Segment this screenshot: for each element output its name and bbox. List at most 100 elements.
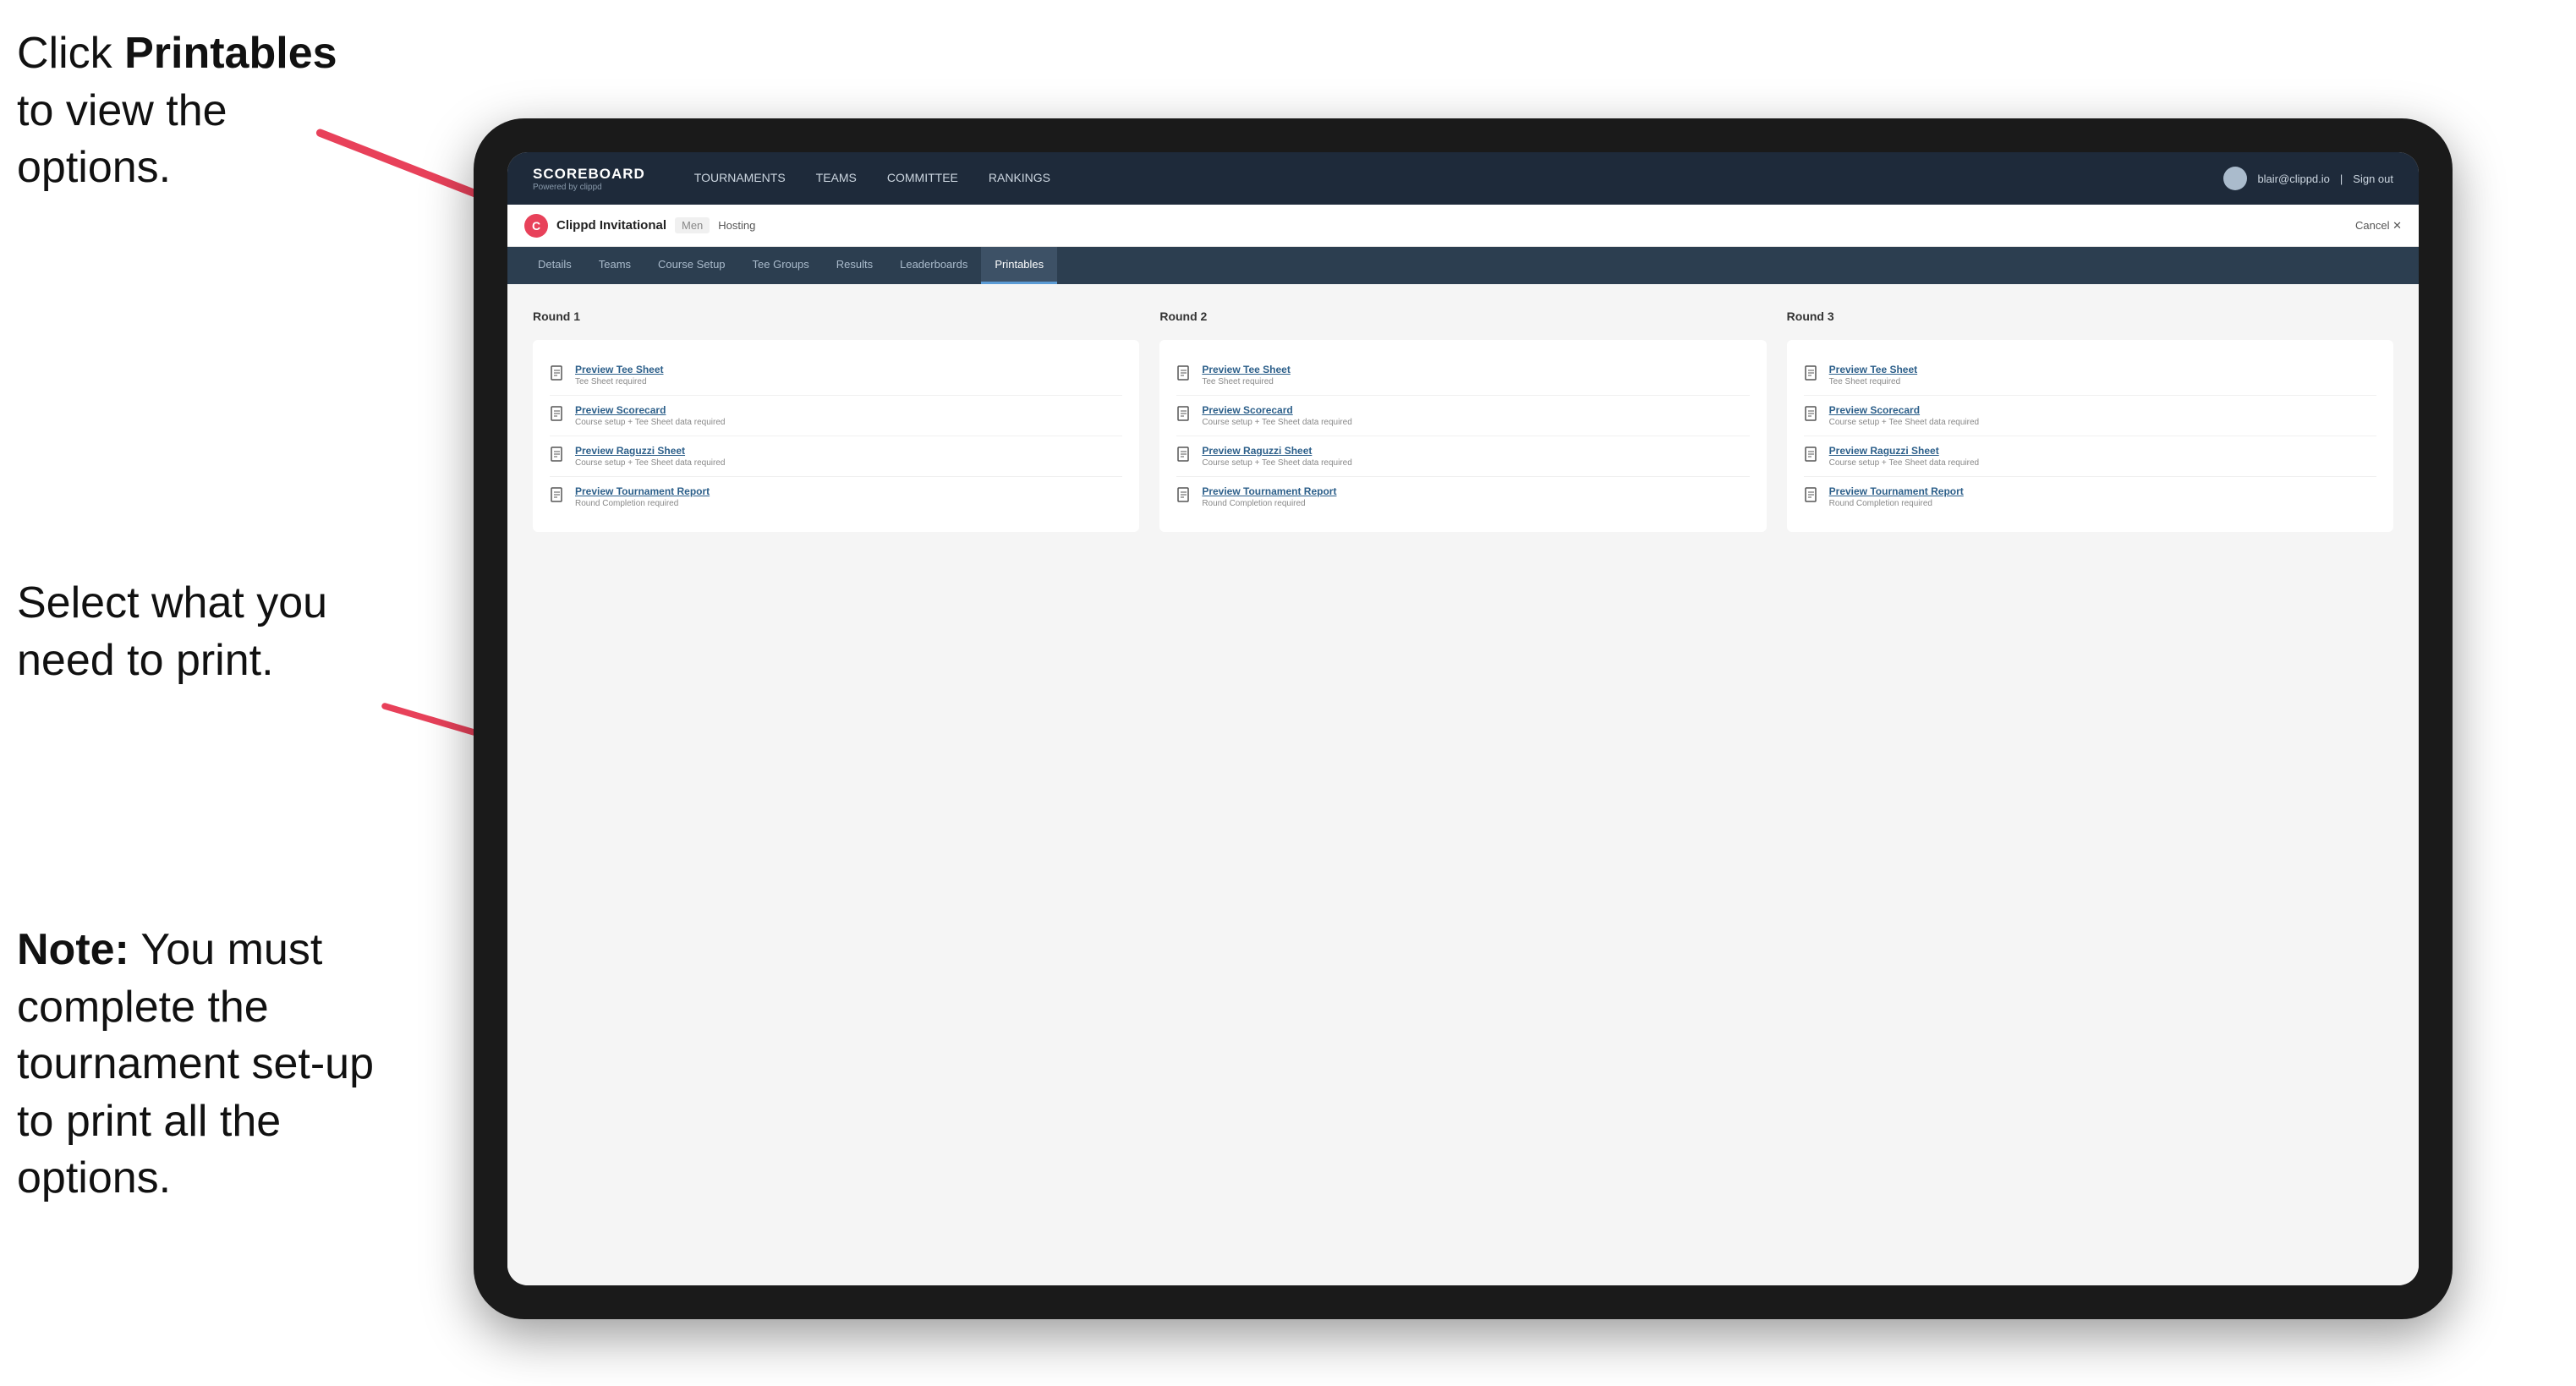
r3-raguzzi-label: Preview Raguzzi Sheet — [1829, 445, 1979, 457]
r1-report-sublabel: Round Completion required — [575, 499, 710, 508]
separator: | — [2340, 173, 2343, 185]
tab-tee-groups[interactable]: Tee Groups — [739, 247, 823, 284]
nav-tournaments[interactable]: TOURNAMENTS — [679, 152, 801, 205]
r2-tee-sheet[interactable]: Preview Tee Sheet Tee Sheet required — [1176, 355, 1749, 396]
user-email: blair@clippd.io — [2257, 173, 2329, 185]
r2-raguzzi[interactable]: Preview Raguzzi Sheet Course setup + Tee… — [1176, 436, 1749, 477]
nav-items: TOURNAMENTS TEAMS COMMITTEE RANKINGS — [679, 152, 2224, 205]
round-1-card: Preview Tee Sheet Tee Sheet required Pre… — [533, 340, 1139, 532]
document-icon — [1804, 365, 1821, 386]
nav-right: blair@clippd.io | Sign out — [2223, 167, 2393, 190]
document-icon — [1804, 487, 1821, 507]
r3-tee-sheet[interactable]: Preview Tee Sheet Tee Sheet required — [1804, 355, 2376, 396]
r3-raguzzi-text: Preview Raguzzi Sheet Course setup + Tee… — [1829, 445, 1979, 468]
avatar — [2223, 167, 2247, 190]
tab-printables[interactable]: Printables — [981, 247, 1057, 284]
tab-bar: Details Teams Course Setup Tee Groups Re… — [507, 247, 2419, 284]
document-icon — [1804, 406, 1821, 426]
r2-tee-sheet-label: Preview Tee Sheet — [1202, 364, 1291, 375]
r3-raguzzi[interactable]: Preview Raguzzi Sheet Course setup + Tee… — [1804, 436, 2376, 477]
tab-results[interactable]: Results — [823, 247, 886, 284]
r3-tee-sheet-text: Preview Tee Sheet Tee Sheet required — [1829, 364, 1918, 386]
r2-report-label: Preview Tournament Report — [1202, 485, 1336, 497]
r3-raguzzi-sublabel: Course setup + Tee Sheet data required — [1829, 458, 1979, 468]
sub-nav: C Clippd Invitational Men Hosting Cancel… — [507, 205, 2419, 247]
round-2-title: Round 2 — [1159, 310, 1766, 323]
r2-tournament-report[interactable]: Preview Tournament Report Round Completi… — [1176, 477, 1749, 517]
nav-committee[interactable]: COMMITTEE — [872, 152, 973, 205]
r3-report-text: Preview Tournament Report Round Completi… — [1829, 485, 1964, 508]
sign-out-link[interactable]: Sign out — [2353, 173, 2393, 185]
r3-tee-sheet-label: Preview Tee Sheet — [1829, 364, 1918, 375]
instruction-bottom-text: Note: You must complete the tournament s… — [17, 925, 374, 1202]
nav-rankings[interactable]: RANKINGS — [973, 152, 1066, 205]
nav-teams[interactable]: TEAMS — [801, 152, 872, 205]
round-3-card: Preview Tee Sheet Tee Sheet required Pre… — [1787, 340, 2393, 532]
document-icon — [550, 365, 567, 386]
r2-scorecard[interactable]: Preview Scorecard Course setup + Tee She… — [1176, 396, 1749, 436]
document-icon — [1804, 446, 1821, 467]
r1-raguzzi-text: Preview Raguzzi Sheet Course setup + Tee… — [575, 445, 725, 468]
document-icon — [1176, 446, 1193, 467]
r3-scorecard-text: Preview Scorecard Course setup + Tee She… — [1829, 404, 1979, 427]
document-icon — [1176, 406, 1193, 426]
r2-scorecard-label: Preview Scorecard — [1202, 404, 1351, 416]
round-2-column: Round 2 Preview Tee Sheet Tee Sheet requ… — [1159, 310, 1766, 532]
tab-details[interactable]: Details — [524, 247, 585, 284]
tab-leaderboards[interactable]: Leaderboards — [886, 247, 981, 284]
instruction-top-text: Click Printables to view the options. — [17, 29, 337, 192]
tab-course-setup[interactable]: Course Setup — [644, 247, 739, 284]
r1-raguzzi-label: Preview Raguzzi Sheet — [575, 445, 725, 457]
tournament-name: Clippd Invitational — [556, 218, 666, 233]
round-1-column: Round 1 Preview Tee Sheet Tee Sheet requ… — [533, 310, 1139, 532]
cancel-button[interactable]: Cancel ✕ — [2355, 219, 2402, 233]
r1-raguzzi-sublabel: Course setup + Tee Sheet data required — [575, 458, 725, 468]
tournament-status: Hosting — [718, 219, 755, 232]
r3-report-sublabel: Round Completion required — [1829, 499, 1964, 508]
document-icon — [1176, 487, 1193, 507]
r1-report-text: Preview Tournament Report Round Completi… — [575, 485, 710, 508]
instruction-mid: Select what you need to print. — [17, 575, 372, 689]
tab-teams[interactable]: Teams — [585, 247, 644, 284]
r3-scorecard-label: Preview Scorecard — [1829, 404, 1979, 416]
r3-scorecard-sublabel: Course setup + Tee Sheet data required — [1829, 418, 1979, 427]
tournament-info: C Clippd Invitational Men Hosting — [524, 214, 2355, 238]
r2-raguzzi-label: Preview Raguzzi Sheet — [1202, 445, 1351, 457]
r1-tournament-report[interactable]: Preview Tournament Report Round Completi… — [550, 477, 1122, 517]
document-icon — [550, 406, 567, 426]
r1-scorecard-label: Preview Scorecard — [575, 404, 725, 416]
round-1-title: Round 1 — [533, 310, 1139, 323]
r3-tee-sheet-sublabel: Tee Sheet required — [1829, 377, 1918, 386]
r1-tee-sheet[interactable]: Preview Tee Sheet Tee Sheet required — [550, 355, 1122, 396]
instruction-mid-text: Select what you need to print. — [17, 578, 327, 685]
instruction-top: Click Printables to view the options. — [17, 25, 338, 197]
r2-scorecard-sublabel: Course setup + Tee Sheet data required — [1202, 418, 1351, 427]
round-2-card: Preview Tee Sheet Tee Sheet required Pre… — [1159, 340, 1766, 532]
r1-scorecard[interactable]: Preview Scorecard Course setup + Tee She… — [550, 396, 1122, 436]
tournament-logo: C — [524, 214, 548, 238]
top-nav: SCOREBOARD Powered by clippd TOURNAMENTS… — [507, 152, 2419, 205]
r1-tee-sheet-label: Preview Tee Sheet — [575, 364, 664, 375]
brand-sub: Powered by clippd — [533, 183, 645, 192]
main-content: Round 1 Preview Tee Sheet Tee Sheet requ… — [507, 284, 2419, 1285]
rounds-grid: Round 1 Preview Tee Sheet Tee Sheet requ… — [533, 310, 2393, 532]
r1-raguzzi[interactable]: Preview Raguzzi Sheet Course setup + Tee… — [550, 436, 1122, 477]
document-icon — [1176, 365, 1193, 386]
r1-scorecard-text: Preview Scorecard Course setup + Tee She… — [575, 404, 725, 427]
r1-tee-sheet-sublabel: Tee Sheet required — [575, 377, 664, 386]
r2-report-text: Preview Tournament Report Round Completi… — [1202, 485, 1336, 508]
tournament-type: Men — [675, 217, 710, 233]
r3-scorecard[interactable]: Preview Scorecard Course setup + Tee She… — [1804, 396, 2376, 436]
instruction-bottom: Note: You must complete the tournament s… — [17, 922, 389, 1208]
round-3-title: Round 3 — [1787, 310, 2393, 323]
r2-scorecard-text: Preview Scorecard Course setup + Tee She… — [1202, 404, 1351, 427]
tablet-device: SCOREBOARD Powered by clippd TOURNAMENTS… — [474, 118, 2453, 1319]
r3-tournament-report[interactable]: Preview Tournament Report Round Completi… — [1804, 477, 2376, 517]
r2-raguzzi-sublabel: Course setup + Tee Sheet data required — [1202, 458, 1351, 468]
document-icon — [550, 487, 567, 507]
r2-report-sublabel: Round Completion required — [1202, 499, 1336, 508]
r2-raguzzi-text: Preview Raguzzi Sheet Course setup + Tee… — [1202, 445, 1351, 468]
r1-scorecard-sublabel: Course setup + Tee Sheet data required — [575, 418, 725, 427]
document-icon — [550, 446, 567, 467]
r1-report-label: Preview Tournament Report — [575, 485, 710, 497]
